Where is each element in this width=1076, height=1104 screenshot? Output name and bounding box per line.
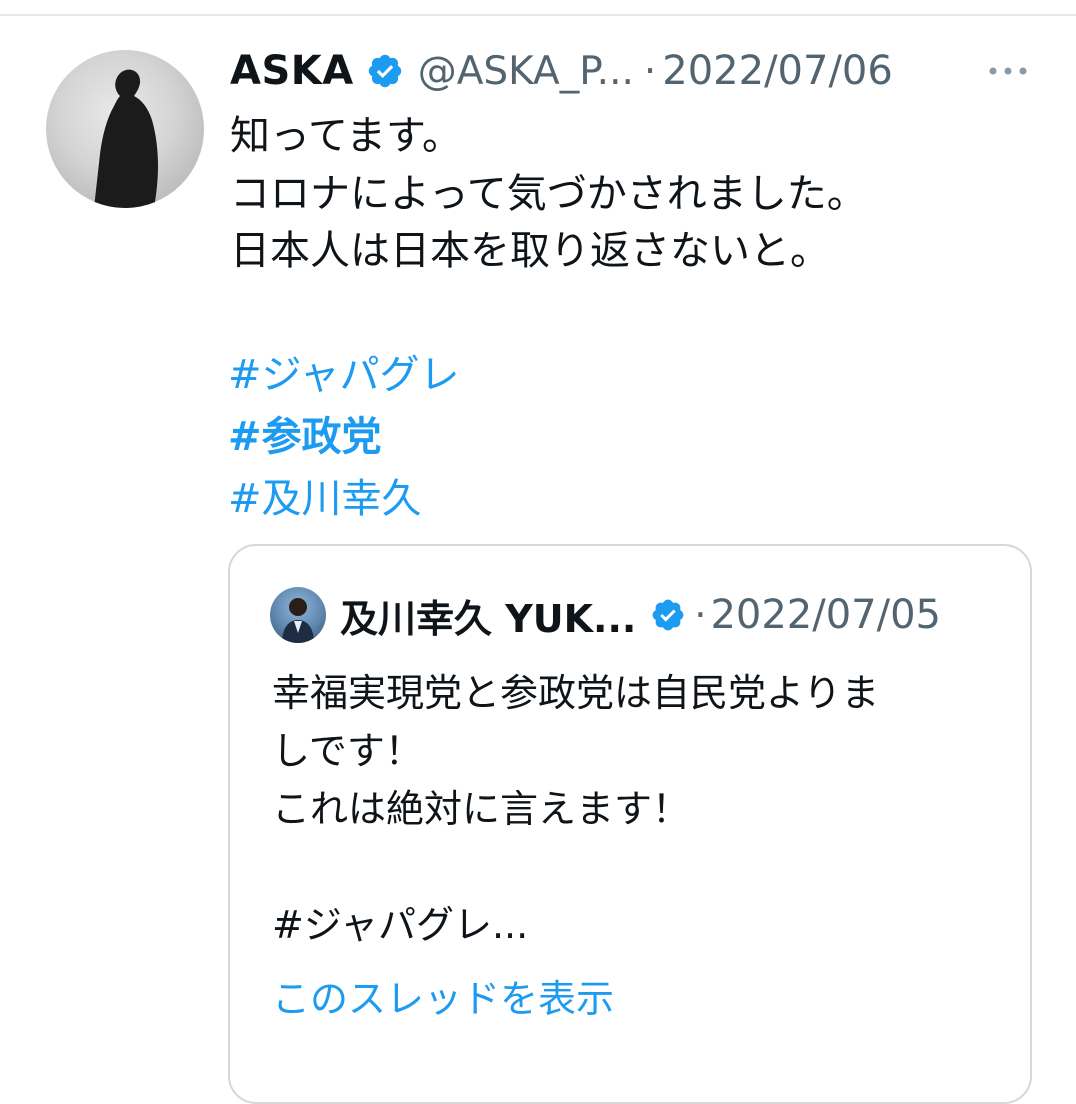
header-separator: · xyxy=(643,48,657,94)
quoted-tweet-text: 幸福実現党と参政党は自民党よりま しです！ これは絶対に言えます！ #ジャパグレ… xyxy=(272,671,880,947)
hashtag-link[interactable]: #ジャパグレ xyxy=(228,344,460,406)
verified-badge-icon xyxy=(652,599,684,631)
tweet-header: ASKA @ASKA_P... · 2022/07/06 xyxy=(230,46,893,96)
hashtag-link[interactable]: #参政党 xyxy=(228,406,460,468)
avatar-silhouette xyxy=(94,69,158,208)
tweet-date[interactable]: 2022/07/06 xyxy=(662,48,893,94)
quoted-author-avatar xyxy=(270,587,326,643)
quoted-header-separator: · xyxy=(694,593,707,637)
verified-badge-icon xyxy=(368,54,401,88)
show-thread-link[interactable]: このスレッドを表示 xyxy=(272,968,614,1023)
quoted-avatar-figure xyxy=(282,598,314,643)
top-divider xyxy=(0,14,1076,16)
quoted-tweet-card[interactable]: 及川幸久 YUK... · 2022/07/05 幸福実現党と参政党は自民党より… xyxy=(228,544,1032,1104)
quoted-tweet-date[interactable]: 2022/07/05 xyxy=(710,592,941,638)
quoted-author-name[interactable]: 及川幸久 YUK... xyxy=(340,588,636,643)
tweet-text: 知ってます。 コロナによって気づかされました。 日本人は日本を取り返さないと。 xyxy=(230,113,867,274)
more-options-icon[interactable] xyxy=(986,56,1030,86)
author-avatar[interactable] xyxy=(46,50,204,208)
quoted-tweet-header: 及川幸久 YUK... · 2022/07/05 xyxy=(270,586,941,644)
author-name[interactable]: ASKA xyxy=(230,48,354,94)
author-handle[interactable]: @ASKA_P... xyxy=(418,49,634,94)
tweet-hashtags: #ジャパグレ #参政党 #及川幸久 xyxy=(228,344,460,530)
hashtag-link[interactable]: #及川幸久 xyxy=(228,468,460,530)
